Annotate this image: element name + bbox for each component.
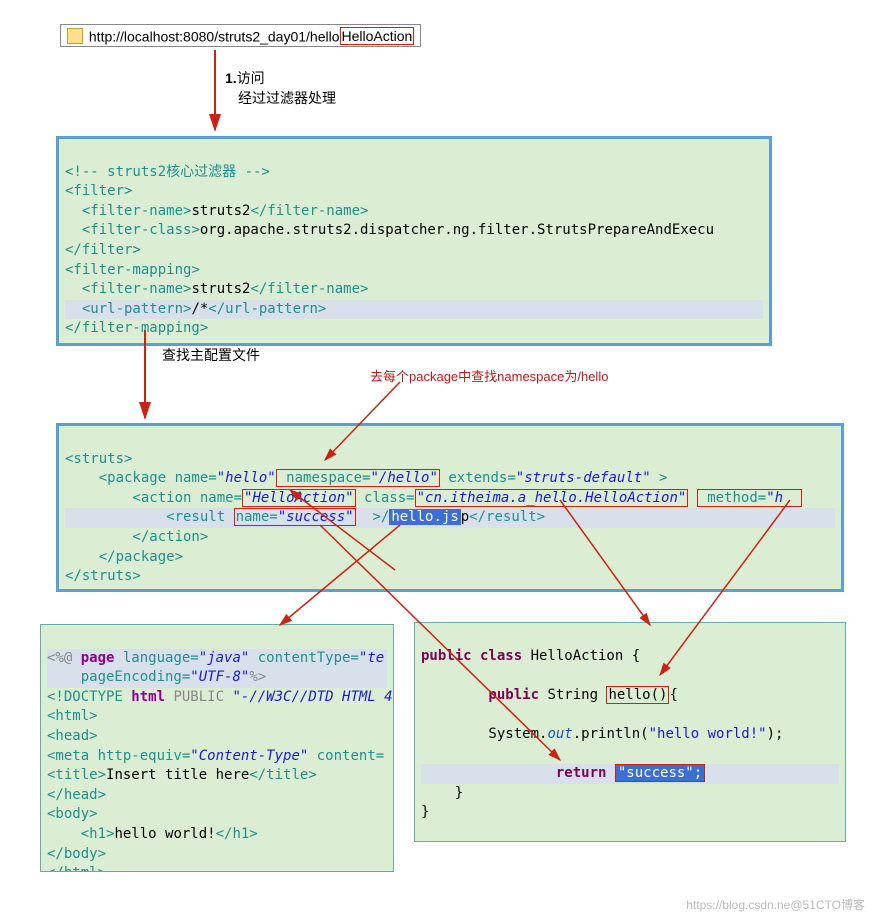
java-box: public class HelloAction { public String… xyxy=(414,622,846,842)
jsp-box: <%@ page language="java" contentType="te… xyxy=(40,624,394,872)
url-action-highlight: HelloAction xyxy=(340,27,415,45)
page-icon xyxy=(67,28,83,44)
url-base: http://localhost:8080/struts2_day01/hell… xyxy=(89,28,340,44)
note-namespace: 去每个package中查找namespace为/hello xyxy=(370,366,608,385)
filter-xml-box: <!-- struts2核心过滤器 --> <filter> <filter-n… xyxy=(56,136,772,346)
step1-sub: 经过过滤器处理 xyxy=(238,88,336,108)
url-bar[interactable]: http://localhost:8080/struts2_day01/hell… xyxy=(60,24,421,47)
watermark: https://blog.csdn.ne@51CTO博客 xyxy=(686,896,865,913)
step1-label: 1.访问 xyxy=(225,68,265,88)
struts-xml-box: <struts> <package name="hello" namespace… xyxy=(56,423,844,592)
step2-label: 查找主配置文件 xyxy=(162,345,260,365)
